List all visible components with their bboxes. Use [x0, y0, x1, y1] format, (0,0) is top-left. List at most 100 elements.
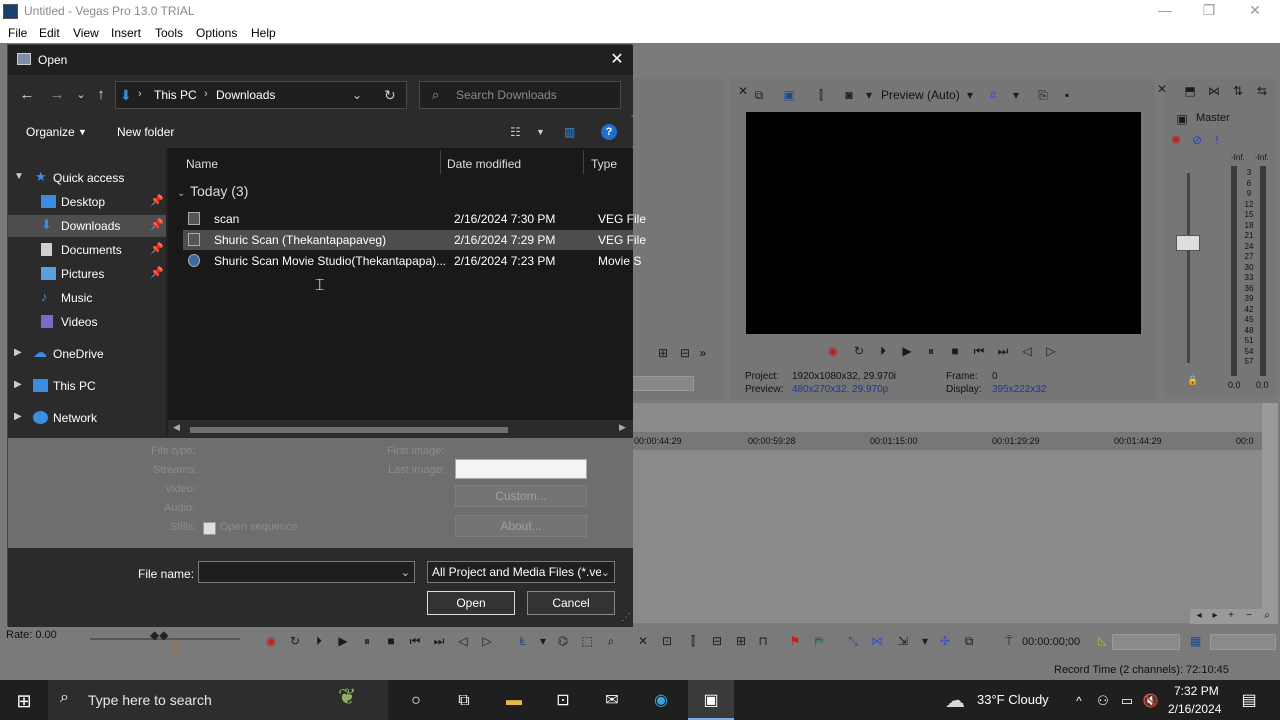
taskbar-search[interactable]: ⌕ ❦ — [48, 680, 388, 720]
explorer-scrollbar[interactable] — [632, 376, 694, 391]
clock-date[interactable]: 2/16/2024 — [1168, 702, 1221, 716]
fx-icon[interactable]: ✺ — [1169, 133, 1183, 147]
refresh-icon[interactable]: ↻ — [384, 87, 396, 104]
tray-app-icon[interactable]: ⚇ — [1092, 690, 1114, 712]
menu-file[interactable]: File — [8, 26, 27, 40]
selection-tool-icon[interactable]: ⬚ — [580, 634, 594, 648]
back-arrow-icon[interactable]: ← — [18, 86, 36, 104]
dim-icon[interactable]: ⋈ — [1207, 84, 1221, 98]
menu-insert[interactable]: Insert — [111, 26, 141, 40]
mixer-icon[interactable]: ⇅ — [1231, 84, 1245, 98]
file-row[interactable]: scan 2/16/2024 7:30 PM VEG File — [183, 209, 646, 229]
marker-icon[interactable]: ⚑ — [788, 634, 802, 648]
next-frame-icon[interactable]: ▷ — [480, 634, 494, 648]
loop-icon[interactable]: ↻ — [852, 344, 866, 358]
pause-icon[interactable]: ⏸ — [360, 634, 374, 648]
loop-icon[interactable]: ↻ — [288, 634, 302, 648]
clock-time[interactable]: 7:32 PM — [1174, 684, 1219, 698]
record-icon[interactable]: ◉ — [826, 344, 840, 358]
scroll-right-icon[interactable]: ▸ — [1208, 609, 1222, 623]
help-icon[interactable]: ? — [601, 124, 617, 140]
scroll-left-arrow-icon[interactable]: ◀ — [173, 422, 180, 433]
zoom-tool-icon[interactable]: ⌕ — [604, 634, 618, 648]
play-icon[interactable]: ▶ — [900, 344, 914, 358]
column-date-modified[interactable]: Date modified — [447, 157, 521, 171]
pause-icon[interactable]: ⏸ — [924, 344, 938, 358]
delete-icon[interactable]: ✕ — [636, 634, 650, 648]
volume-muted-icon[interactable]: 🔇 — [1140, 690, 1162, 712]
dropdown-arrow-icon[interactable]: ▾ — [862, 88, 876, 102]
new-folder-button[interactable]: New folder — [117, 125, 174, 139]
menu-view[interactable]: View — [73, 26, 99, 40]
copy-snapshot-icon[interactable]: ⎘ — [1036, 88, 1050, 102]
horizontal-scrollbar[interactable]: ◀ ▶ — [168, 420, 633, 438]
cancel-button[interactable]: Cancel — [527, 591, 615, 615]
mute-icon[interactable]: ⊘ — [1190, 133, 1204, 147]
search-box[interactable]: ⌕ — [419, 81, 621, 109]
timeline-ruler[interactable] — [632, 432, 1262, 450]
restore-button[interactable]: ❐ — [1186, 2, 1232, 22]
filter-dropdown-icon[interactable]: ⌄ — [600, 563, 610, 582]
recent-locations-chevron-icon[interactable]: ⌄ — [72, 86, 90, 104]
stop-icon[interactable]: ■ — [948, 344, 962, 358]
scrollbar-thumb[interactable] — [190, 427, 508, 433]
column-type[interactable]: Type — [591, 157, 617, 171]
close-preview-icon[interactable]: ✕ — [736, 84, 750, 98]
lock-event-icon[interactable]: ⊟ — [710, 634, 724, 648]
nav-downloads[interactable]: ⬇ Downloads 📌 — [8, 215, 166, 237]
play-from-start-icon[interactable]: ⏵ — [876, 344, 890, 358]
more-icon[interactable]: » — [696, 346, 710, 360]
breadcrumb-this-pc[interactable]: This PC — [154, 88, 197, 102]
go-to-end-icon[interactable]: ⏭ — [432, 634, 446, 648]
timeline-vscroll[interactable] — [1262, 403, 1278, 623]
search-input[interactable] — [456, 87, 616, 103]
zoom-controls[interactable]: ◂ ▸ + − ⌕ — [1190, 609, 1278, 624]
address-dropdown-chevron-icon[interactable]: ⌄ — [352, 88, 362, 102]
stop-icon[interactable]: ■ — [384, 634, 398, 648]
network-icon[interactable]: ▭ — [1116, 690, 1138, 712]
event-icon[interactable]: ⊞ — [734, 634, 748, 648]
mixer-menu-icon[interactable]: ⇆ — [1255, 84, 1269, 98]
go-to-end-icon[interactable]: ⏭ — [996, 344, 1010, 358]
resize-grip-icon[interactable]: ⋰ — [621, 612, 631, 623]
menu-help[interactable]: Help — [251, 26, 276, 40]
taskbar-search-input[interactable] — [88, 691, 368, 709]
quality-dropdown-icon[interactable]: ▾ — [963, 88, 977, 102]
about-button[interactable]: About... — [455, 515, 587, 537]
zoom-in-icon[interactable]: + — [1224, 609, 1238, 623]
edge-icon[interactable]: ◉ — [650, 690, 672, 712]
master-fx-icon[interactable]: ▣ — [1175, 112, 1189, 126]
vegas-taskbar-button[interactable]: ▣ — [688, 680, 734, 720]
nav-network[interactable]: ▶ Network — [8, 407, 166, 429]
windows-start-icon[interactable]: ⊞ — [13, 690, 35, 712]
task-view-icon[interactable]: ⧉ — [453, 690, 475, 712]
downmix-icon[interactable]: ⬒ — [1183, 84, 1197, 98]
trim-icon[interactable]: ⊡ — [660, 634, 674, 648]
expanded-chevron-icon[interactable]: ▼ — [14, 171, 24, 182]
auto-crossfade-icon[interactable]: ⋈ — [870, 634, 884, 648]
save-snapshot-icon[interactable]: ▪ — [1060, 88, 1074, 102]
play-from-start-icon[interactable]: ⏵ — [312, 634, 326, 648]
preview-quality[interactable]: Preview (Auto) — [881, 88, 960, 102]
minimize-button[interactable]: — — [1142, 2, 1188, 22]
file-name-dropdown-icon[interactable]: ⌄ — [401, 563, 410, 583]
weather-text[interactable]: 33°F Cloudy — [977, 692, 1049, 707]
go-to-start-icon[interactable]: ⏮ — [408, 634, 422, 648]
lock-icon[interactable]: ⊓ — [756, 634, 770, 648]
snapping-icon[interactable]: ⤡ — [846, 634, 860, 648]
dialog-close-button[interactable]: ✕ — [607, 50, 627, 70]
up-arrow-icon[interactable]: ↑ — [92, 86, 110, 104]
preview-props-icon[interactable]: ⧉ — [752, 88, 766, 102]
fader-handle[interactable] — [1176, 235, 1200, 251]
column-name[interactable]: Name — [186, 157, 218, 171]
column-divider[interactable] — [440, 150, 441, 174]
organize-dropdown-icon[interactable]: ▼ — [78, 127, 87, 137]
group-collapse-chevron-icon[interactable]: ⌄ — [177, 188, 185, 199]
file-row[interactable]: Shuric Scan (Thekantapapaveg) 2/16/2024 … — [183, 230, 646, 250]
prev-frame-icon[interactable]: ◁ — [456, 634, 470, 648]
nav-videos[interactable]: Videos — [8, 311, 166, 333]
menu-tools[interactable]: Tools — [155, 26, 183, 40]
scroll-right-arrow-icon[interactable]: ▶ — [619, 422, 626, 433]
tool-dropdown-icon[interactable]: ▾ — [536, 634, 550, 648]
rate-slider-handle[interactable]: ◆◆ — [150, 628, 168, 642]
